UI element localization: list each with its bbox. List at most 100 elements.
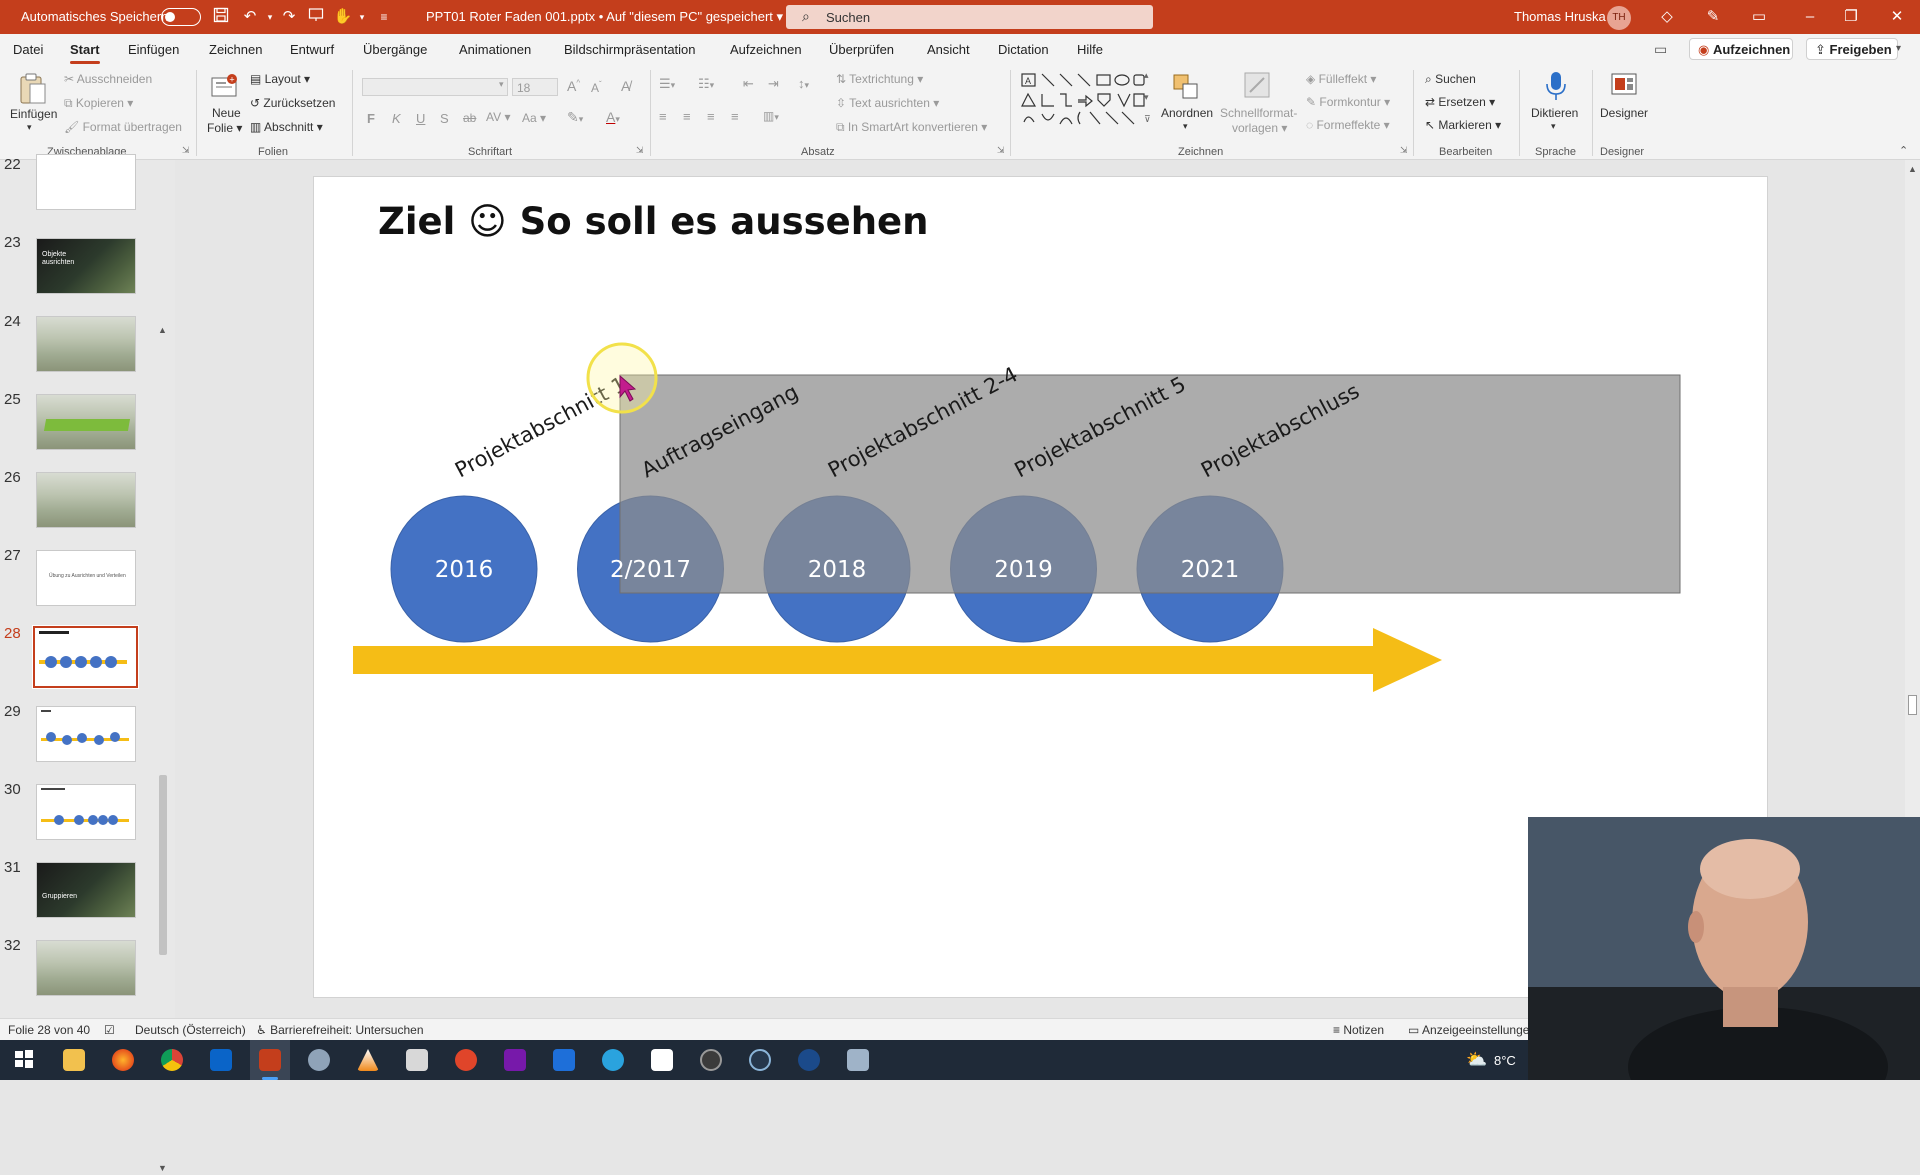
display-settings-button[interactable]: ▭ Anzeigeeinstellunge xyxy=(1408,1023,1529,1037)
align-left-icon[interactable]: ≡ xyxy=(659,109,667,124)
clear-formatting-icon[interactable]: A̸ xyxy=(621,78,630,94)
app-icon[interactable] xyxy=(847,1049,869,1071)
menu-entwurf[interactable]: Entwurf xyxy=(290,42,334,57)
align-center-icon[interactable]: ≡ xyxy=(683,109,691,124)
timeline-arrow[interactable] xyxy=(353,628,1442,692)
arrange-icon[interactable] xyxy=(1171,72,1201,102)
menu-aufzeichnen[interactable]: Aufzeichnen xyxy=(730,42,802,57)
strikethrough-icon[interactable]: ab xyxy=(463,111,476,125)
autosave-toggle[interactable] xyxy=(161,8,201,26)
slide-thumbnail-31[interactable]: Gruppieren xyxy=(36,862,136,918)
new-slide-icon[interactable]: + xyxy=(209,72,239,102)
collapse-ribbon-icon[interactable]: ⌃ xyxy=(1899,144,1908,157)
dictate-button[interactable]: Diktieren xyxy=(1531,106,1578,120)
change-case-icon[interactable]: Aa ▾ xyxy=(522,111,546,125)
ribbon-display-icon[interactable]: ▭ xyxy=(1749,7,1769,27)
character-spacing-icon[interactable]: AV ▾ xyxy=(486,110,510,124)
arrange-dropdown-icon[interactable]: ▾ xyxy=(1183,121,1188,132)
present-from-start-icon[interactable] xyxy=(306,7,326,27)
numbering-icon[interactable]: ☷▾ xyxy=(698,76,714,92)
document-title[interactable]: PPT01 Roter Faden 001.pptx • Auf "diesem… xyxy=(426,9,783,25)
slide-thumbnail-32[interactable] xyxy=(36,940,136,996)
line-spacing-icon[interactable]: ↕▾ xyxy=(798,76,809,91)
shapes-gallery[interactable]: A xyxy=(1018,70,1146,140)
slide-thumbnail-24[interactable] xyxy=(36,316,136,372)
quick-styles-label[interactable]: Schnellformat- xyxy=(1220,106,1297,120)
arrange-button[interactable]: Anordnen xyxy=(1161,106,1213,120)
notes-button[interactable]: ≡ Notizen xyxy=(1333,1023,1384,1037)
font-name-field[interactable] xyxy=(362,78,508,96)
save-icon[interactable] xyxy=(211,7,231,27)
replace-button[interactable]: ⇄ Ersetzen ▾ xyxy=(1425,95,1495,109)
camera-app-icon[interactable] xyxy=(749,1049,771,1071)
new-slide-label[interactable]: Neue xyxy=(212,106,241,120)
slide-thumbnail-27[interactable]: Übung zu Ausrichten und Verteilen xyxy=(36,550,136,606)
drawing-launcher-icon[interactable]: ⇲ xyxy=(1400,145,1408,156)
menu-start[interactable]: Start xyxy=(70,42,100,64)
align-right-icon[interactable]: ≡ xyxy=(707,109,715,124)
editor-scroll-up-icon[interactable]: ▲ xyxy=(1908,164,1917,174)
italic-button[interactable]: K xyxy=(392,111,401,126)
paste-button[interactable]: Einfügen xyxy=(10,107,57,121)
slide-thumbnail-23[interactable]: Objekte ausrichten xyxy=(36,238,136,294)
avatar[interactable]: TH xyxy=(1607,6,1631,30)
cut-button[interactable]: ✂ Ausschneiden xyxy=(64,72,152,86)
underline-button[interactable]: U xyxy=(416,111,425,126)
powerpoint-icon[interactable] xyxy=(259,1049,281,1071)
slide-thumbnail-30[interactable] xyxy=(36,784,136,840)
file-explorer-icon[interactable] xyxy=(63,1049,85,1071)
chrome-icon[interactable] xyxy=(161,1049,183,1071)
record-button[interactable]: ◉ Aufzeichnen xyxy=(1689,38,1793,60)
app-icon[interactable] xyxy=(798,1049,820,1071)
shapes-scroll-down-icon[interactable]: ▾ xyxy=(1144,92,1149,103)
touch-mode-icon[interactable]: ✋ xyxy=(333,7,353,27)
menu-uebergaenge[interactable]: Übergänge xyxy=(363,42,427,57)
diamond-icon[interactable]: ◇ xyxy=(1657,7,1677,27)
microphone-icon[interactable] xyxy=(1541,70,1571,100)
customize-qat-icon[interactable]: ≡ xyxy=(374,7,394,27)
new-slide-button[interactable]: Folie ▾ xyxy=(207,121,242,135)
justify-icon[interactable]: ≡ xyxy=(731,109,739,124)
shapes-more-icon[interactable]: ⊽ xyxy=(1144,114,1151,125)
shadow-button[interactable]: S xyxy=(440,111,449,126)
slide-thumbnail-26[interactable] xyxy=(36,472,136,528)
paragraph-launcher-icon[interactable]: ⇲ xyxy=(997,145,1005,156)
quick-styles-button[interactable]: vorlagen ▾ xyxy=(1232,121,1287,135)
app-icon[interactable] xyxy=(308,1049,330,1071)
menu-ansicht[interactable]: Ansicht xyxy=(927,42,970,57)
acrobat-icon[interactable] xyxy=(651,1049,673,1071)
close-icon[interactable]: ✕ xyxy=(1887,7,1907,27)
layout-button[interactable]: ▤ Layout ▾ xyxy=(250,72,310,86)
align-text-button[interactable]: ⇳ Text ausrichten ▾ xyxy=(836,96,939,110)
increase-indent-icon[interactable]: ⇥ xyxy=(768,76,779,92)
shapes-scroll-up-icon[interactable]: ▴ xyxy=(1144,70,1149,81)
font-launcher-icon[interactable]: ⇲ xyxy=(636,145,644,156)
highlight-icon[interactable]: ✎▾ xyxy=(567,109,583,126)
telegram-icon[interactable] xyxy=(602,1049,624,1071)
shape-fill-button[interactable]: ◈ Fülleffekt ▾ xyxy=(1306,72,1376,86)
menu-ueberpruefen[interactable]: Überprüfen xyxy=(829,42,894,57)
search-box[interactable]: ⌕ Suchen xyxy=(786,5,1153,29)
font-size-field[interactable]: 18 xyxy=(512,78,558,96)
paste-icon[interactable] xyxy=(18,72,48,104)
menu-einfuegen[interactable]: Einfügen xyxy=(128,42,179,57)
minimize-icon[interactable]: – xyxy=(1800,7,1820,27)
obs-icon[interactable] xyxy=(700,1049,722,1071)
spellcheck-icon[interactable]: ☑ xyxy=(104,1023,115,1037)
slide-title[interactable]: Ziel ☺ So soll es aussehen xyxy=(378,200,928,243)
redo-icon[interactable]: ↷ xyxy=(279,7,299,27)
font-name-dropdown-icon[interactable]: ▾ xyxy=(499,79,504,90)
text-direction-button[interactable]: ⇅ Textrichtung ▾ xyxy=(836,72,923,86)
slide-thumbnail-29[interactable] xyxy=(36,706,136,762)
scroll-down-icon[interactable]: ▼ xyxy=(158,1163,167,1173)
language-status[interactable]: Deutsch (Österreich) xyxy=(135,1023,246,1037)
designer-button[interactable]: Designer xyxy=(1600,106,1648,120)
paste-dropdown-icon[interactable]: ▾ xyxy=(27,122,32,133)
grow-font-icon[interactable]: A^ xyxy=(567,78,580,94)
section-button[interactable]: ▥ Abschnitt ▾ xyxy=(250,120,323,134)
comments-icon[interactable]: ▭ xyxy=(1654,41,1667,58)
touch-dropdown-icon[interactable]: ▾ xyxy=(352,7,372,27)
slide-thumbnail-28[interactable] xyxy=(32,625,139,689)
menu-hilfe[interactable]: Hilfe xyxy=(1077,42,1103,57)
shape-outline-button[interactable]: ✎ Formkontur ▾ xyxy=(1306,95,1390,109)
